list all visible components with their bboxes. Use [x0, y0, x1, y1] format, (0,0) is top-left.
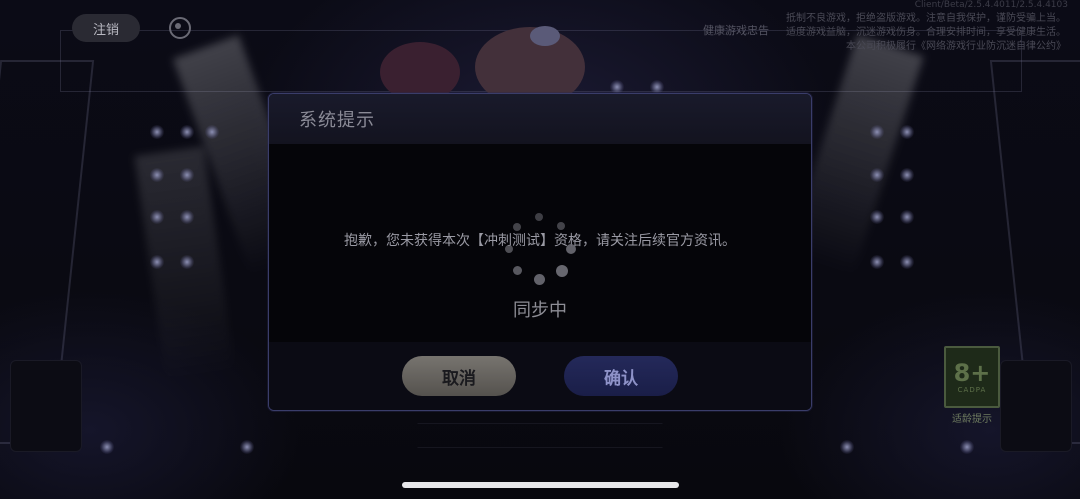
- headset-icon[interactable]: [168, 16, 192, 40]
- version-label: Client/Beta/2.5.4.4011/2.5.4.4103: [914, 0, 1068, 10]
- dialog-title: 系统提示: [299, 110, 375, 131]
- home-indicator[interactable]: [402, 482, 679, 488]
- dialog-header: 系统提示: [269, 94, 811, 144]
- health-notice: 抵制不良游戏，拒绝盗版游戏。注意自我保护，谨防受骗上当。 适度游戏益脑，沉迷游戏…: [782, 12, 1066, 54]
- age-rating-badge[interactable]: 8+ CADPA 适龄提示: [944, 346, 1000, 425]
- age-rating-org: CADPA: [957, 386, 987, 394]
- age-rating-tip: 适龄提示: [952, 414, 992, 425]
- health-notice-line: 抵制不良游戏，拒绝盗版游戏。注意自我保护，谨防受骗上当。: [786, 13, 1066, 24]
- logout-button[interactable]: 注销: [72, 14, 140, 42]
- dialog-footer: 取消 确认: [269, 342, 811, 410]
- health-notice-line: 适度游戏益脑，沉迷游戏伤身。合理安排时间，享受健康生活。: [786, 27, 1066, 38]
- health-notice-line: 本公司积极履行《网络游戏行业防沉迷自律公约》: [846, 41, 1066, 52]
- loading-spinner-icon: [499, 211, 581, 293]
- mascot-illustration: [380, 22, 590, 107]
- cancel-button[interactable]: 取消: [402, 356, 516, 396]
- confirm-button[interactable]: 确认: [564, 356, 678, 396]
- health-notice-link[interactable]: 健康游戏忠告: [703, 22, 769, 38]
- loading-text: 同步中: [513, 300, 567, 321]
- age-rating-value: 8+: [953, 359, 991, 387]
